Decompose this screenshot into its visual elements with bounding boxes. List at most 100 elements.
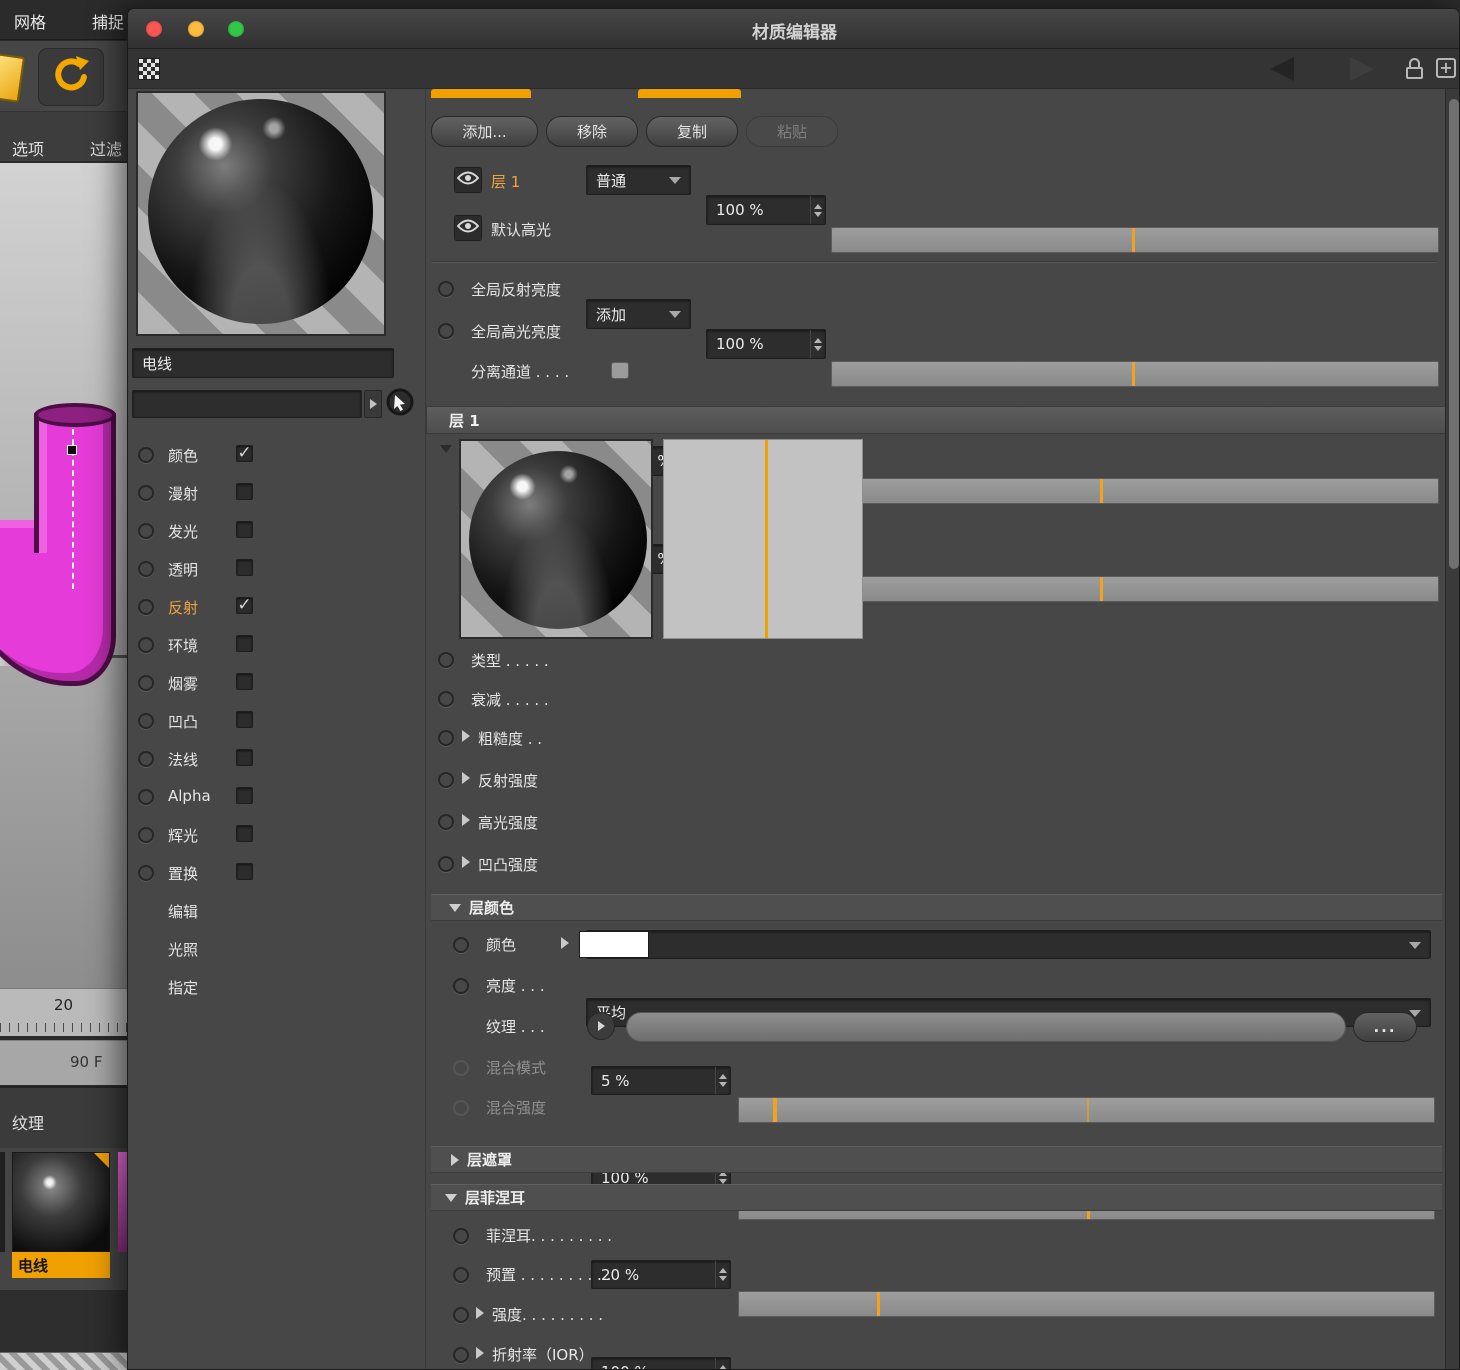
- bump-strength-field[interactable]: 100 %: [591, 1357, 731, 1370]
- channel-checkbox[interactable]: [236, 863, 253, 880]
- tool-button-rotate[interactable]: [38, 48, 104, 106]
- channel-label[interactable]: 置换: [168, 863, 198, 884]
- channel-label[interactable]: 发光: [168, 521, 198, 542]
- channel-label[interactable]: 颜色: [168, 445, 198, 466]
- window-scrollbar[interactable]: [1445, 89, 1460, 1370]
- channel-row-normal[interactable]: 法线: [128, 740, 426, 778]
- window-titlebar[interactable]: 材质编辑器: [128, 9, 1460, 49]
- channel-label[interactable]: 法线: [168, 749, 198, 770]
- menu-item-grid[interactable]: 网格: [14, 9, 46, 33]
- layer-fresnel-section-header[interactable]: 层菲涅耳: [431, 1184, 1442, 1211]
- channel-label[interactable]: 透明: [168, 559, 198, 580]
- expand-arrow-icon[interactable]: [462, 814, 470, 826]
- expand-arrow-icon[interactable]: [462, 856, 470, 868]
- channel-row-diffuse[interactable]: 漫射: [128, 474, 426, 512]
- channel-label[interactable]: Alpha: [168, 787, 211, 805]
- channel-checkbox[interactable]: [236, 749, 253, 766]
- expand-arrow-icon[interactable]: [476, 1347, 484, 1359]
- stepper-icon[interactable]: [715, 1358, 730, 1370]
- forward-arrow-icon[interactable]: [1350, 57, 1374, 81]
- layer2-blend-mode-dropdown[interactable]: 添加: [586, 299, 691, 329]
- channel-row-transparency[interactable]: 透明: [128, 550, 426, 588]
- channel-checkbox[interactable]: ✓: [236, 597, 253, 614]
- channel-label[interactable]: 漫射: [168, 483, 198, 504]
- channel-row-alpha[interactable]: Alpha: [128, 778, 426, 816]
- sidebar-item-edit[interactable]: 编辑: [168, 901, 198, 922]
- channel-checkbox[interactable]: [236, 483, 253, 500]
- expand-arrow-icon[interactable]: [476, 1307, 484, 1319]
- channel-checkbox[interactable]: [236, 635, 253, 652]
- lock-icon[interactable]: [1406, 58, 1423, 80]
- stepper-icon[interactable]: [715, 1067, 730, 1094]
- roughness-field[interactable]: 5 %: [591, 1066, 731, 1095]
- layer1-blend-mode-dropdown[interactable]: 普通: [586, 165, 691, 195]
- channel-label[interactable]: 烟雾: [168, 673, 198, 694]
- layer-mask-section-header[interactable]: 层遮罩: [431, 1146, 1442, 1173]
- tab-options[interactable]: 选项: [12, 136, 44, 160]
- channel-checkbox[interactable]: [236, 521, 253, 538]
- checker-preview-icon[interactable]: [138, 58, 160, 80]
- specular-strength-field[interactable]: 20 %: [591, 1260, 731, 1289]
- layer1-visibility-toggle[interactable]: [454, 167, 482, 193]
- texture-slot[interactable]: [626, 1012, 1346, 1042]
- channel-checkbox[interactable]: [236, 825, 253, 842]
- stepper-icon[interactable]: [810, 196, 825, 224]
- layer2-opacity-slider[interactable]: [831, 361, 1439, 387]
- tab-indicator-right[interactable]: [638, 89, 741, 98]
- texture-more-button[interactable]: ...: [1353, 1012, 1417, 1042]
- material-thumb-name-badge[interactable]: 电线: [12, 1252, 110, 1278]
- layer-color-section-header[interactable]: 层颜色: [431, 894, 1442, 921]
- channel-label[interactable]: 环境: [168, 635, 198, 656]
- channel-checkbox[interactable]: [236, 711, 253, 728]
- color-swatch[interactable]: [579, 931, 649, 958]
- material-name-field[interactable]: 电线: [132, 348, 394, 378]
- layer1-name[interactable]: 层 1: [491, 171, 520, 192]
- spline-point-handle[interactable]: [67, 445, 77, 455]
- menu-item-snap[interactable]: 捕捉: [92, 9, 124, 33]
- paste-layer-button[interactable]: 粘贴: [746, 116, 838, 147]
- collapse-arrow-icon[interactable]: [440, 445, 452, 453]
- search-expand-button[interactable]: [364, 390, 382, 418]
- copy-layer-button[interactable]: 复制: [646, 116, 738, 147]
- specular-strength-slider[interactable]: [738, 1291, 1435, 1317]
- channel-label-active[interactable]: 反射: [168, 597, 198, 618]
- layer1-opacity-field[interactable]: 100 %: [706, 195, 826, 225]
- channel-checkbox[interactable]: [236, 673, 253, 690]
- expand-arrow-icon[interactable]: [462, 772, 470, 784]
- pick-object-icon[interactable]: [386, 388, 414, 416]
- sidebar-item-assign[interactable]: 指定: [168, 977, 198, 998]
- tab-filter[interactable]: 过滤: [90, 136, 122, 160]
- type-dropdown[interactable]: GGX: [586, 930, 1431, 959]
- channel-row-glow[interactable]: 辉光: [128, 816, 426, 854]
- stepper-icon[interactable]: [715, 1261, 730, 1288]
- back-arrow-icon[interactable]: [1270, 57, 1294, 81]
- channel-row-bump[interactable]: 凹凸: [128, 702, 426, 740]
- scrollbar-thumb[interactable]: [1449, 99, 1459, 569]
- channel-checkbox[interactable]: [236, 559, 253, 576]
- search-input[interactable]: [132, 390, 362, 418]
- tool-icon-partial[interactable]: [0, 53, 25, 102]
- viewport[interactable]: [0, 163, 127, 988]
- layer1-curve-preview[interactable]: [663, 439, 863, 639]
- viewport-object-tube[interactable]: [34, 413, 116, 553]
- frame-range-bar[interactable]: 90 F: [0, 1040, 127, 1085]
- channel-row-reflectance[interactable]: 反射 ✓: [128, 588, 426, 626]
- layer2-name[interactable]: 默认高光: [491, 219, 551, 240]
- roughness-slider[interactable]: [738, 1097, 1435, 1123]
- material-preview[interactable]: [136, 91, 386, 336]
- channel-row-color[interactable]: 颜色 ✓: [128, 436, 426, 474]
- channel-checkbox[interactable]: [236, 787, 253, 804]
- expand-arrow-icon[interactable]: [561, 937, 569, 949]
- material-thumb-partial-right[interactable]: [118, 1152, 127, 1252]
- separate-passes-checkbox[interactable]: [611, 362, 629, 379]
- layer2-visibility-toggle[interactable]: [454, 215, 482, 241]
- material-thumb-partial-left[interactable]: [0, 1152, 5, 1252]
- material-thumb-selected[interactable]: [12, 1152, 110, 1252]
- sidebar-item-illumination[interactable]: 光照: [168, 939, 198, 960]
- new-window-icon[interactable]: +: [1436, 58, 1456, 78]
- tab-indicator-left[interactable]: [431, 89, 531, 98]
- channel-checkbox[interactable]: ✓: [236, 445, 253, 462]
- layer1-opacity-slider[interactable]: [831, 227, 1439, 253]
- timeline-ruler[interactable]: 20: [0, 988, 127, 1036]
- add-layer-button[interactable]: 添加...: [431, 116, 538, 147]
